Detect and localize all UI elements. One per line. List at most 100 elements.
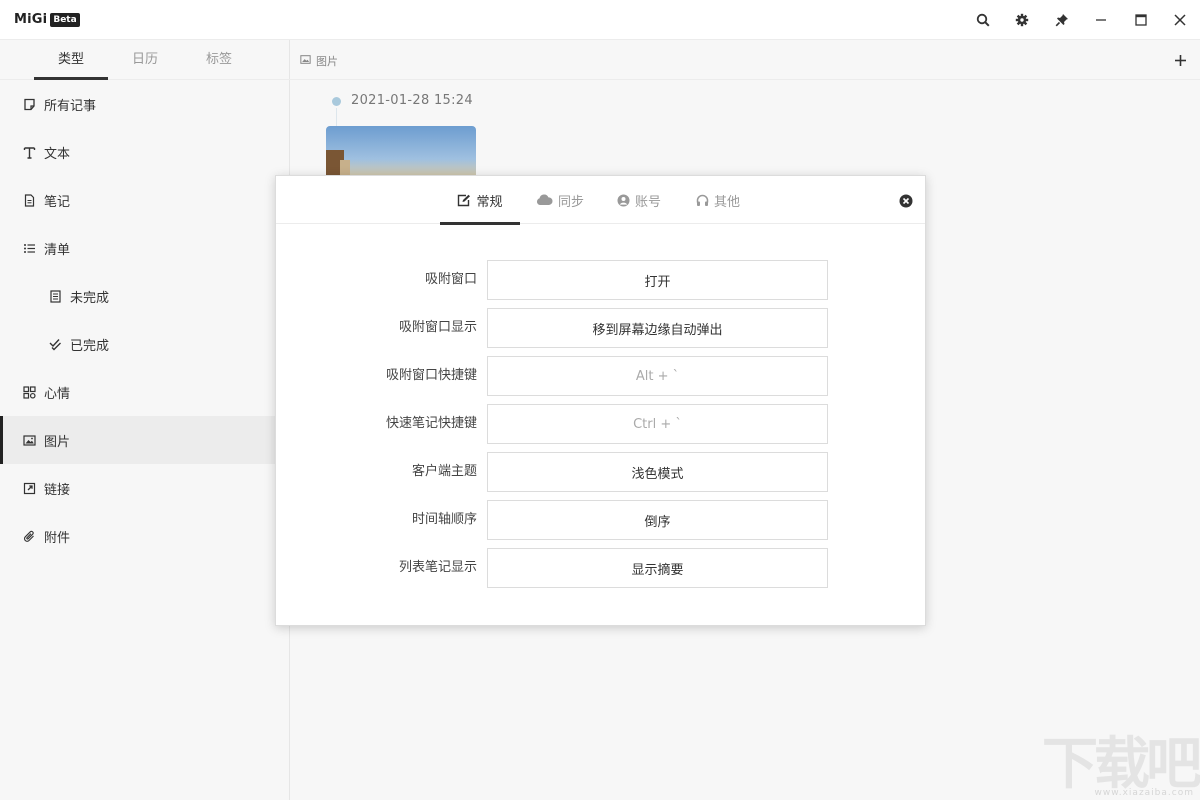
close-icon (1174, 14, 1186, 26)
sidebar-item-label: 链接 (44, 482, 71, 498)
edit-icon (457, 194, 471, 207)
setting-label: 客户端主题 (411, 464, 477, 479)
sidebar-list: 所有记事 文本 笔记 清单 未完成 已完成 心情 图片 链接 附件 (0, 80, 290, 560)
tab-tags[interactable]: 标签 (182, 40, 256, 80)
setting-row-list-display: 列表笔记显示 显示摘要 (276, 548, 925, 596)
sidebar-item-label: 图片 (44, 434, 71, 450)
setting-row-snap-display: 吸附窗口显示 移到屏幕边缘自动弹出 (276, 308, 925, 356)
setting-label: 列表笔记显示 (398, 560, 477, 575)
sidebar-item-label: 文本 (44, 146, 71, 162)
setting-row-theme: 客户端主题 浅色模式 (276, 452, 925, 500)
breadcrumb-label: 图片 (316, 55, 338, 68)
settings-dialog: 常规 同步 账号 其他 吸附窗口 打开 吸附窗口显示 移到屏幕边缘自动弹出 吸附… (275, 175, 926, 626)
sidebar-tabs: 类型 日历 标签 (0, 40, 290, 80)
add-button[interactable] (1170, 50, 1190, 70)
tab-sync[interactable]: 同步 (532, 176, 588, 224)
mood-icon (22, 385, 36, 399)
user-icon (617, 194, 630, 207)
paperclip-icon (22, 529, 36, 543)
timeline-date: 2021-01-28 15:24 (351, 93, 473, 108)
list-display-select[interactable]: 显示摘要 (487, 548, 828, 588)
tab-label: 账号 (634, 194, 661, 210)
tab-calendar[interactable]: 日历 (108, 40, 182, 80)
title-bar: MiGi Beta (0, 0, 1200, 40)
double-check-icon (48, 337, 62, 351)
tab-label: 常规 (476, 194, 503, 210)
quick-note-shortcut-input[interactable]: Ctrl + ` (487, 404, 828, 444)
setting-row-quick-note-shortcut: 快速笔记快捷键 Ctrl + ` (276, 404, 925, 452)
sidebar-item-label: 清单 (44, 242, 71, 258)
setting-row-snap-shortcut: 吸附窗口快捷键 Alt + ` (276, 356, 925, 404)
sidebar-item-images[interactable]: 图片 (0, 416, 290, 464)
sidebar-item-completed[interactable]: 已完成 (0, 320, 290, 368)
sidebar-item-all-notes[interactable]: 所有记事 (0, 80, 290, 128)
sidebar-item-mood[interactable]: 心情 (0, 368, 290, 416)
sidebar-item-attachments[interactable]: 附件 (0, 512, 290, 560)
app-logo: MiGi Beta (14, 12, 80, 27)
gear-icon (1015, 13, 1029, 27)
list-icon (22, 241, 36, 255)
pin-icon (1055, 14, 1068, 27)
headphones-icon (696, 194, 709, 207)
text-icon (22, 145, 36, 159)
timeline-dot (332, 97, 341, 106)
sidebar-item-label: 心情 (44, 386, 71, 402)
setting-row-snap-window: 吸附窗口 打开 (276, 260, 925, 308)
snap-window-select[interactable]: 打开 (487, 260, 828, 300)
plus-icon (1174, 54, 1186, 66)
checklist-icon (48, 289, 62, 303)
setting-label: 快速笔记快捷键 (385, 416, 477, 431)
tab-label: 同步 (557, 194, 584, 210)
note-icon (22, 97, 36, 111)
tab-general[interactable]: 常规 (440, 176, 520, 225)
search-button[interactable] (963, 0, 1003, 40)
sidebar-item-incomplete[interactable]: 未完成 (0, 272, 290, 320)
minimize-icon (1096, 19, 1106, 21)
sidebar-item-label: 附件 (44, 530, 71, 546)
sidebar-item-label: 笔记 (44, 194, 71, 210)
sidebar-item-notes[interactable]: 笔记 (0, 176, 290, 224)
dialog-close-button[interactable] (899, 194, 913, 208)
watermark-url: www.xiazaiba.com (1094, 788, 1194, 798)
setting-label: 吸附窗口显示 (398, 320, 477, 335)
theme-select[interactable]: 浅色模式 (487, 452, 828, 492)
tab-other[interactable]: 其他 (692, 176, 744, 224)
tab-label: 其他 (713, 194, 740, 210)
tab-type[interactable]: 类型 (34, 40, 108, 80)
sidebar-item-label: 未完成 (70, 290, 110, 306)
sidebar: 类型 日历 标签 所有记事 文本 笔记 清单 未完成 已完成 心情 图片 链接 … (0, 40, 290, 800)
sidebar-item-checklist[interactable]: 清单 (0, 224, 290, 272)
tab-account[interactable]: 账号 (613, 176, 665, 224)
maximize-button[interactable] (1121, 0, 1161, 40)
sidebar-item-links[interactable]: 链接 (0, 464, 290, 512)
settings-tabs: 常规 同步 账号 其他 (276, 176, 925, 225)
settings-button[interactable] (1002, 0, 1042, 40)
search-icon (976, 13, 990, 27)
link-icon (22, 481, 36, 495)
cloud-icon (536, 194, 553, 206)
maximize-icon (1135, 14, 1147, 26)
pin-button[interactable] (1042, 0, 1082, 40)
beta-badge: Beta (50, 12, 80, 27)
main-header: 图片 (290, 40, 1200, 80)
setting-row-timeline-order: 时间轴顺序 倒序 (276, 500, 925, 548)
sidebar-item-text[interactable]: 文本 (0, 128, 290, 176)
snap-display-select[interactable]: 移到屏幕边缘自动弹出 (487, 308, 828, 348)
sidebar-item-label: 已完成 (70, 338, 110, 354)
sidebar-item-label: 所有记事 (44, 98, 97, 114)
snap-shortcut-input[interactable]: Alt + ` (487, 356, 828, 396)
timeline-line (336, 108, 337, 128)
close-button[interactable] (1160, 0, 1200, 40)
image-icon (22, 433, 36, 447)
close-circle-icon (899, 194, 913, 208)
setting-label: 时间轴顺序 (411, 512, 477, 527)
image-icon (300, 54, 311, 68)
timeline-order-select[interactable]: 倒序 (487, 500, 828, 540)
minimize-button[interactable] (1081, 0, 1121, 40)
document-icon (22, 193, 36, 207)
setting-label: 吸附窗口快捷键 (385, 368, 477, 383)
breadcrumb: 图片 (300, 53, 338, 69)
setting-label: 吸附窗口 (424, 272, 477, 287)
app-name: MiGi (14, 12, 48, 27)
settings-form: 吸附窗口 打开 吸附窗口显示 移到屏幕边缘自动弹出 吸附窗口快捷键 Alt + … (276, 260, 925, 596)
